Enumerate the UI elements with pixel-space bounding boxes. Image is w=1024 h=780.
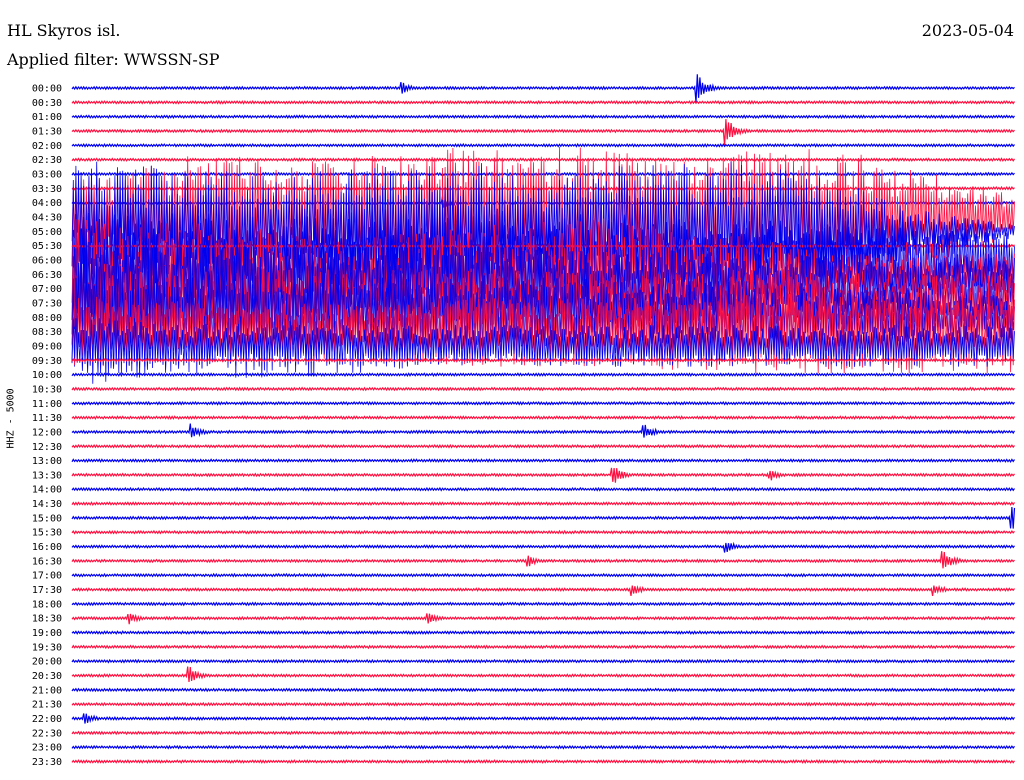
row-time-label: 18:30 [32,614,62,625]
row-time-label: 18:00 [32,599,62,610]
row-time-label: 14:30 [32,499,62,510]
row-time-label: 22:00 [32,714,62,725]
row-time-label: 06:00 [32,255,62,266]
row-time-label: 09:30 [32,356,62,367]
row-time-label: 10:30 [32,384,62,395]
row-time-label: 08:30 [32,327,62,338]
row-time-label: 13:00 [32,456,62,467]
trace-line [71,114,1015,120]
row-time-label: 01:00 [32,112,62,123]
row-time-label: 23:30 [32,757,62,768]
row-time-label: 17:30 [32,585,62,596]
trace-line [71,423,1016,438]
row-time-label: 07:00 [32,284,62,295]
row-time-label: 19:30 [32,642,62,653]
row-time-label: 17:00 [32,571,62,582]
trace-line [71,386,1015,392]
trace-line [71,486,1015,492]
trace-line [71,142,1015,148]
trace-line [71,541,1015,553]
trace-line [71,529,1015,535]
trace-line [71,501,1016,507]
trace-line [71,372,1015,378]
row-time-label: 15:30 [32,528,62,539]
row-time-label: 04:30 [32,212,62,223]
trace-line [71,415,1016,421]
row-time-label: 20:30 [32,671,62,682]
trace-line [71,658,1015,664]
helicorder-plot: 00:00 00:30 01:00 01:30 02:00 02:30 03:00 03:30… [32,74,1016,768]
trace-line [71,458,1015,464]
row-time-label: 11:00 [32,399,62,410]
row-time-label: 21:30 [32,700,62,711]
trace-line [71,171,1015,177]
trace-line [71,506,1016,529]
trace-line [71,759,1015,764]
row-time-label: 09:00 [32,341,62,352]
row-time-label: 16:30 [32,556,62,567]
row-time-label: 04:00 [32,198,62,209]
row-time-label: 14:00 [32,485,62,496]
row-time-label: 08:00 [32,313,62,324]
row-time-label: 15:00 [32,513,62,524]
row-time-label: 11:30 [32,413,62,424]
row-time-label: 16:00 [32,542,62,553]
trace-line [71,443,1015,449]
trace-line [71,666,1016,683]
row-time-label: 20:00 [32,657,62,668]
trace-line [71,613,1016,625]
trace-line [71,551,1015,569]
trace-line [71,157,1015,163]
trace-line [71,74,1015,103]
row-time-label: 05:30 [32,241,62,252]
row-time-label: 12:00 [32,427,62,438]
row-time-label: 00:00 [32,84,62,95]
row-time-label: 02:30 [32,155,62,166]
row-time-label: 01:30 [32,126,62,137]
row-time-label: 05:00 [32,227,62,238]
row-time-label: 03:30 [32,184,62,195]
row-time-label: 03:00 [32,169,62,180]
trace-line [71,713,1016,724]
row-time-label: 07:30 [32,298,62,309]
row-time-label: 13:30 [32,470,62,481]
row-time-label: 00:30 [32,98,62,109]
row-time-label: 23:00 [32,743,62,754]
trace-line [71,644,1015,650]
trace-line [71,601,1015,607]
trace-line [71,584,1015,597]
trace-line [71,730,1016,736]
row-time-label: 21:00 [32,685,62,696]
row-time-label: 10:00 [32,370,62,381]
row-time-label: 12:30 [32,442,62,453]
trace-line [71,744,1015,750]
row-time-label: 19:00 [32,628,62,639]
trace-line [71,119,1015,147]
trace-line [71,630,1015,635]
row-time-label: 02:00 [32,141,62,152]
trace-line [71,400,1015,406]
trace-line [71,572,1016,578]
trace-line [71,467,1015,483]
trace-line [71,701,1016,707]
row-time-label: 06:30 [32,270,62,281]
trace-line [71,99,1015,105]
row-time-label: 22:30 [32,728,62,739]
trace-line [71,687,1016,693]
